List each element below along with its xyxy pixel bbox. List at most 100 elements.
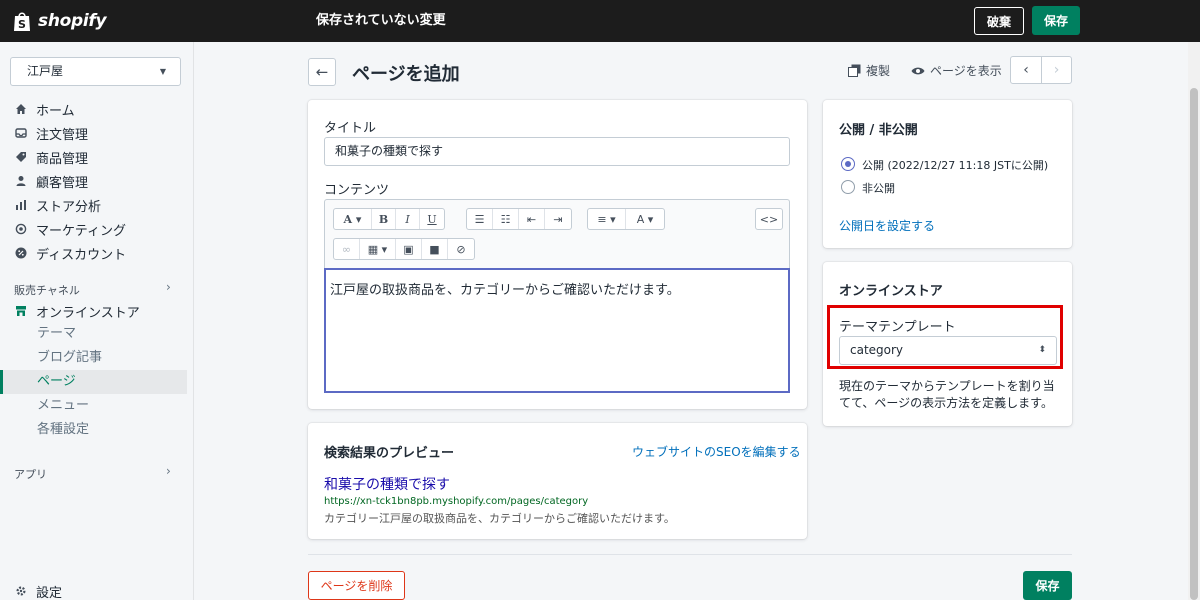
template-help-text: 現在のテーマからテンプレートを割り当てて、ページの表示方法を定義します。 [839, 379, 1055, 410]
nav-discounts[interactable]: ディスカウント [14, 242, 126, 264]
text-color-dropdown-icon[interactable]: A ▾ [626, 209, 664, 229]
video-icon[interactable]: ■ [422, 239, 448, 259]
radio-hidden-label: 非公開 [862, 182, 895, 195]
scrollbar[interactable] [1188, 42, 1200, 600]
nav-sub-themes[interactable]: テーマ [37, 323, 76, 345]
nav-settings-label: 設定 [36, 585, 63, 600]
nav-orders-label: 注文管理 [36, 127, 89, 143]
title-input[interactable]: 和菓子の種類で探す [324, 137, 790, 166]
clear-format-icon[interactable]: ⊘ [448, 239, 474, 259]
nav-sub-preferences[interactable]: 各種設定 [37, 419, 89, 441]
scrollbar-thumb[interactable] [1190, 88, 1198, 600]
italic-icon[interactable]: I [396, 209, 420, 229]
discard-button[interactable]: 破棄 [974, 7, 1024, 35]
nav-marketing[interactable]: マーケティング [14, 218, 126, 240]
sidebar: 江戸屋 ▼ ホーム 注文管理 商品管理 顧客管理 ストア分析 マーケティング デ… [0, 42, 194, 600]
store-name: 江戸屋 [27, 64, 64, 78]
nav-sub-pages[interactable]: ページ [37, 371, 76, 393]
insert-group: ∞ ▦ ▾ ▣ ■ ⊘ [333, 238, 475, 260]
shopify-logo[interactable]: S shopify [0, 10, 195, 32]
nav-analytics[interactable]: ストア分析 [14, 194, 101, 216]
brand-name: shopify [38, 11, 107, 31]
save-button-bottom[interactable]: 保存 [1023, 571, 1072, 600]
list-group: ☰ ☷ ⇤ ⇥ [466, 208, 572, 230]
nav-settings[interactable]: 設定 [14, 580, 62, 600]
sales-channels-label: 販売チャネル [14, 284, 80, 297]
duplicate-button[interactable]: 複製 [848, 62, 890, 79]
underline-icon[interactable]: U [420, 209, 444, 229]
inbox-icon [14, 126, 28, 140]
set-publish-date-link[interactable]: 公開日を設定する [839, 217, 935, 234]
radio-hidden[interactable] [841, 180, 855, 194]
image-icon[interactable]: ▣ [396, 239, 422, 259]
edit-seo-link[interactable]: ウェブサイトのSEOを編集する [632, 443, 801, 460]
nav-sub-blog[interactable]: ブログ記事 [37, 347, 102, 369]
view-page-button[interactable]: ページを表示 [911, 62, 1002, 79]
apps-chevron-icon[interactable]: › [166, 464, 171, 478]
next-page-icon[interactable]: › [1040, 57, 1071, 83]
store-selector[interactable]: 江戸屋 ▼ [10, 57, 181, 86]
bullet-list-icon[interactable]: ☰ [467, 209, 493, 229]
duplicate-label: 複製 [866, 64, 891, 78]
align-dropdown-icon[interactable]: ≡ ▾ [588, 209, 626, 229]
delete-page-button[interactable]: ページを削除 [308, 571, 405, 600]
footer-divider [308, 554, 1072, 555]
title-label: タイトル [324, 121, 377, 136]
radio-public-label: 公開 (2022/12/27 11:18 JSTに公開) [862, 159, 1049, 172]
arrow-left-icon: ← [315, 63, 329, 81]
seo-preview-description: カテゴリー江戸屋の取扱商品を、カテゴリーからご確認いただけます。 [324, 512, 675, 525]
save-button-top[interactable]: 保存 [1032, 6, 1080, 35]
code-view-icon[interactable]: <> [756, 209, 782, 229]
pagination: ‹ › [1010, 56, 1072, 84]
nav-orders[interactable]: 注文管理 [14, 122, 88, 144]
nav-online-store-label: オンラインストア [36, 305, 140, 321]
eye-icon [911, 67, 925, 74]
shopify-bag-icon: S [14, 12, 30, 31]
content-editor[interactable]: 江戸屋の取扱商品を、カテゴリーからご確認いただけます。 [324, 268, 790, 393]
content-label: コンテンツ [324, 183, 390, 198]
nav-online-store[interactable]: オンラインストア [14, 300, 140, 322]
nav-marketing-label: マーケティング [36, 223, 126, 239]
link-icon[interactable]: ∞ [334, 239, 360, 259]
nav-products[interactable]: 商品管理 [14, 146, 88, 168]
highlight-box [827, 305, 1063, 369]
top-bar: S shopify 保存されていない変更 破棄 保存 [0, 0, 1200, 42]
table-dropdown-icon[interactable]: ▦ ▾ [360, 239, 396, 259]
outdent-icon[interactable]: ⇤ [519, 209, 545, 229]
indent-icon[interactable]: ⇥ [545, 209, 571, 229]
view-page-label: ページを表示 [930, 64, 1002, 78]
align-color-group: ≡ ▾ A ▾ [587, 208, 665, 230]
nav-home-label: ホーム [36, 103, 75, 119]
nav-customers[interactable]: 顧客管理 [14, 170, 88, 192]
nav-sub-menus[interactable]: メニュー [37, 395, 89, 417]
bar-chart-icon [14, 198, 28, 212]
active-item-background [0, 370, 187, 394]
bold-icon[interactable]: B [372, 209, 396, 229]
content-text: 江戸屋の取扱商品を、カテゴリーからご確認いただけます。 [330, 283, 680, 298]
seo-preview-title: 和菓子の種類で探す [324, 477, 450, 493]
font-group: A ▾ B I U [333, 208, 445, 230]
nav-customers-label: 顧客管理 [36, 175, 89, 191]
radio-public[interactable] [841, 157, 855, 171]
store-icon [14, 304, 28, 318]
nav-home[interactable]: ホーム [14, 98, 75, 120]
source-group: <> [755, 208, 783, 230]
active-item-indicator [0, 370, 3, 394]
seo-preview-url: https://xn-tck1bn8pb.myshopify.com/pages… [324, 496, 589, 507]
sales-channels-chevron-icon[interactable]: › [166, 280, 171, 294]
nav-discounts-label: ディスカウント [36, 247, 127, 263]
font-style-dropdown[interactable]: A ▾ [334, 209, 372, 229]
online-store-heading: オンラインストア [839, 284, 943, 299]
page-title: ページを追加 [352, 64, 460, 85]
numbered-list-icon[interactable]: ☷ [493, 209, 519, 229]
target-icon [14, 222, 28, 236]
previous-page-icon[interactable]: ‹ [1011, 57, 1041, 83]
gear-icon [14, 584, 28, 598]
duplicate-icon [848, 64, 861, 77]
visibility-heading: 公開 / 非公開 [839, 123, 918, 138]
person-icon [14, 174, 28, 188]
nav-products-label: 商品管理 [36, 151, 89, 167]
discount-icon [14, 246, 28, 260]
home-icon [14, 102, 28, 116]
back-button[interactable]: ← [308, 58, 336, 86]
